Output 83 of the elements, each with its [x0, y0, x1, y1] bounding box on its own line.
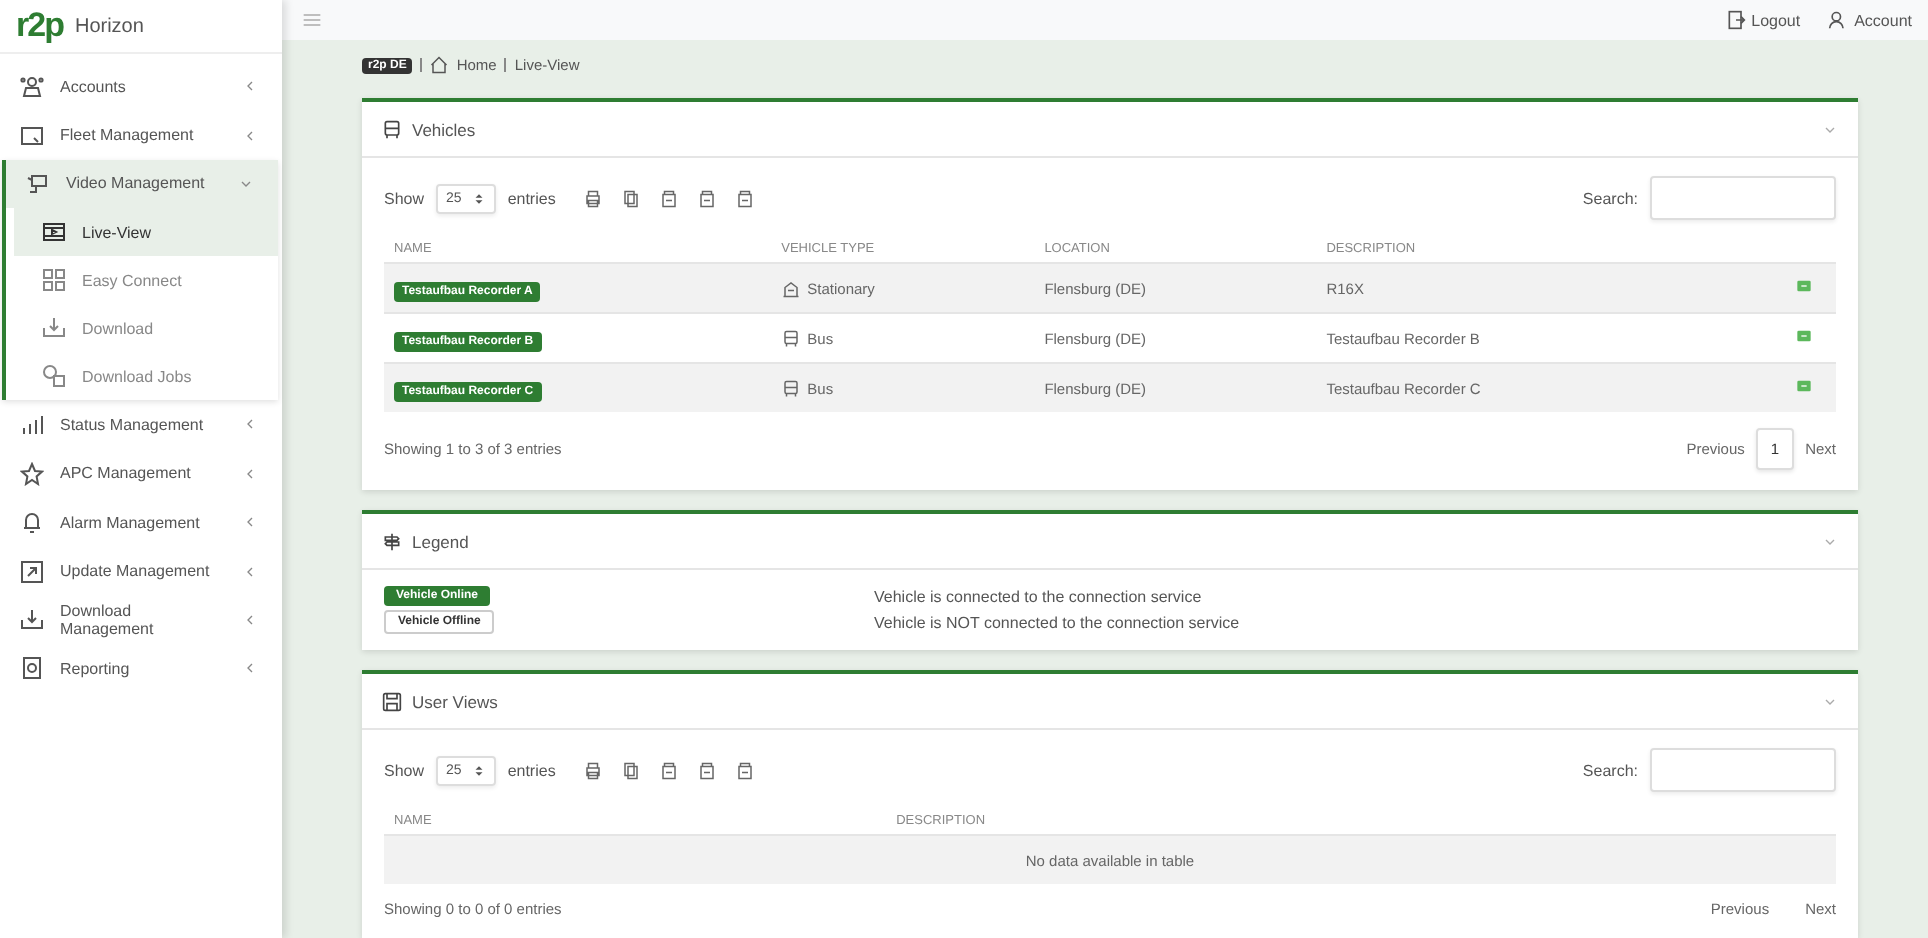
sidebar-subitem[interactable]: Download [14, 304, 278, 353]
clock-stack-icon [42, 364, 66, 389]
file-icon-button[interactable] [735, 761, 754, 779]
search-label: Search: [1582, 761, 1638, 779]
save-icon [382, 691, 402, 711]
legend-text: Vehicle is NOT connected to the connection service [874, 613, 1242, 631]
chevron-left-icon [242, 465, 258, 482]
user-icon [1828, 10, 1849, 30]
bell-icon [20, 510, 44, 535]
sidebar-item[interactable]: Fleet Management [0, 110, 282, 160]
print-icon [583, 189, 602, 207]
chevron-left-icon [242, 514, 258, 531]
card-title: Vehicles [412, 119, 478, 139]
file-icon-button[interactable] [697, 761, 716, 779]
sidebar-subitem[interactable]: Download Jobs [14, 352, 278, 401]
star-icon [20, 461, 44, 486]
brand-logo: r2p [16, 6, 63, 46]
sidebar-item[interactable]: Alarm Management [0, 497, 282, 547]
sort-arrows-icon [471, 191, 486, 205]
file-icon [659, 761, 678, 779]
show-label: Show [384, 761, 425, 779]
file-icon-button[interactable] [735, 189, 754, 207]
grid-icon [42, 268, 66, 293]
bus-icon [781, 379, 800, 397]
file-icon [697, 761, 716, 779]
tray-icon [42, 316, 66, 341]
chevron-left-icon [242, 563, 258, 580]
sort-arrows-icon [471, 763, 486, 777]
sidebar-item[interactable]: Status Management [0, 400, 282, 450]
copy-icon [621, 189, 640, 207]
search-label: Search: [1582, 189, 1638, 207]
tray-icon [20, 607, 44, 632]
logout-link[interactable]: Logout [1725, 10, 1801, 30]
card-title: Legend [412, 531, 471, 551]
chevron-left-icon [242, 660, 258, 677]
chevron-left-icon [242, 127, 258, 144]
bus-icon [382, 119, 402, 139]
file-icon [735, 761, 754, 779]
file-icon-button[interactable] [659, 761, 678, 779]
map-icon [20, 123, 44, 148]
signpost-icon [382, 531, 402, 551]
sidebar-subitem[interactable]: Live-View [14, 208, 278, 257]
report-icon [20, 656, 44, 681]
entries-label: entries [507, 189, 556, 207]
print-icon-button[interactable] [583, 761, 602, 779]
account-link[interactable]: Account [1828, 10, 1912, 30]
chevron-left-icon [242, 611, 258, 628]
sidebar-item[interactable]: APC Management [0, 449, 282, 498]
file-icon-button[interactable] [697, 189, 716, 207]
home-icon [430, 56, 449, 74]
sidebar-item[interactable]: Video Management [6, 159, 278, 209]
file-icon-button[interactable] [659, 189, 678, 207]
building-icon [781, 279, 800, 297]
people-icon [20, 74, 44, 99]
camera-icon [26, 171, 50, 196]
show-label: Show [384, 189, 425, 207]
entries-label: entries [507, 761, 556, 779]
print-icon [583, 761, 602, 779]
file-icon [659, 189, 678, 207]
sidebar-subitem[interactable]: Easy Connect [14, 256, 278, 305]
chevron-left-icon [242, 78, 258, 95]
menu-icon [302, 10, 322, 30]
copy-icon-button[interactable] [621, 189, 640, 207]
bus-icon [781, 329, 800, 347]
print-icon-button[interactable] [583, 189, 602, 207]
card-title: User Views [412, 691, 500, 711]
chevron-left-icon [242, 416, 258, 433]
sidebar-item[interactable]: Reporting [0, 644, 282, 694]
film-icon [42, 220, 66, 245]
copy-icon [621, 761, 640, 779]
exit-icon [1725, 10, 1746, 30]
search-field[interactable] [1650, 748, 1836, 792]
file-icon [735, 189, 754, 207]
sidebar-item[interactable]: Accounts [0, 62, 282, 111]
search-field[interactable] [1650, 176, 1836, 220]
bar-chart-icon [20, 412, 44, 437]
sidebar-item[interactable]: Update Management [0, 546, 282, 596]
arrow-box-icon [20, 559, 44, 584]
file-icon [697, 189, 716, 207]
brand-name: Horizon [74, 15, 144, 37]
sidebar-item[interactable]: Download Management [0, 595, 282, 645]
legend-text: Vehicle is connected to the connection service [874, 587, 1204, 605]
copy-icon-button[interactable] [621, 761, 640, 779]
